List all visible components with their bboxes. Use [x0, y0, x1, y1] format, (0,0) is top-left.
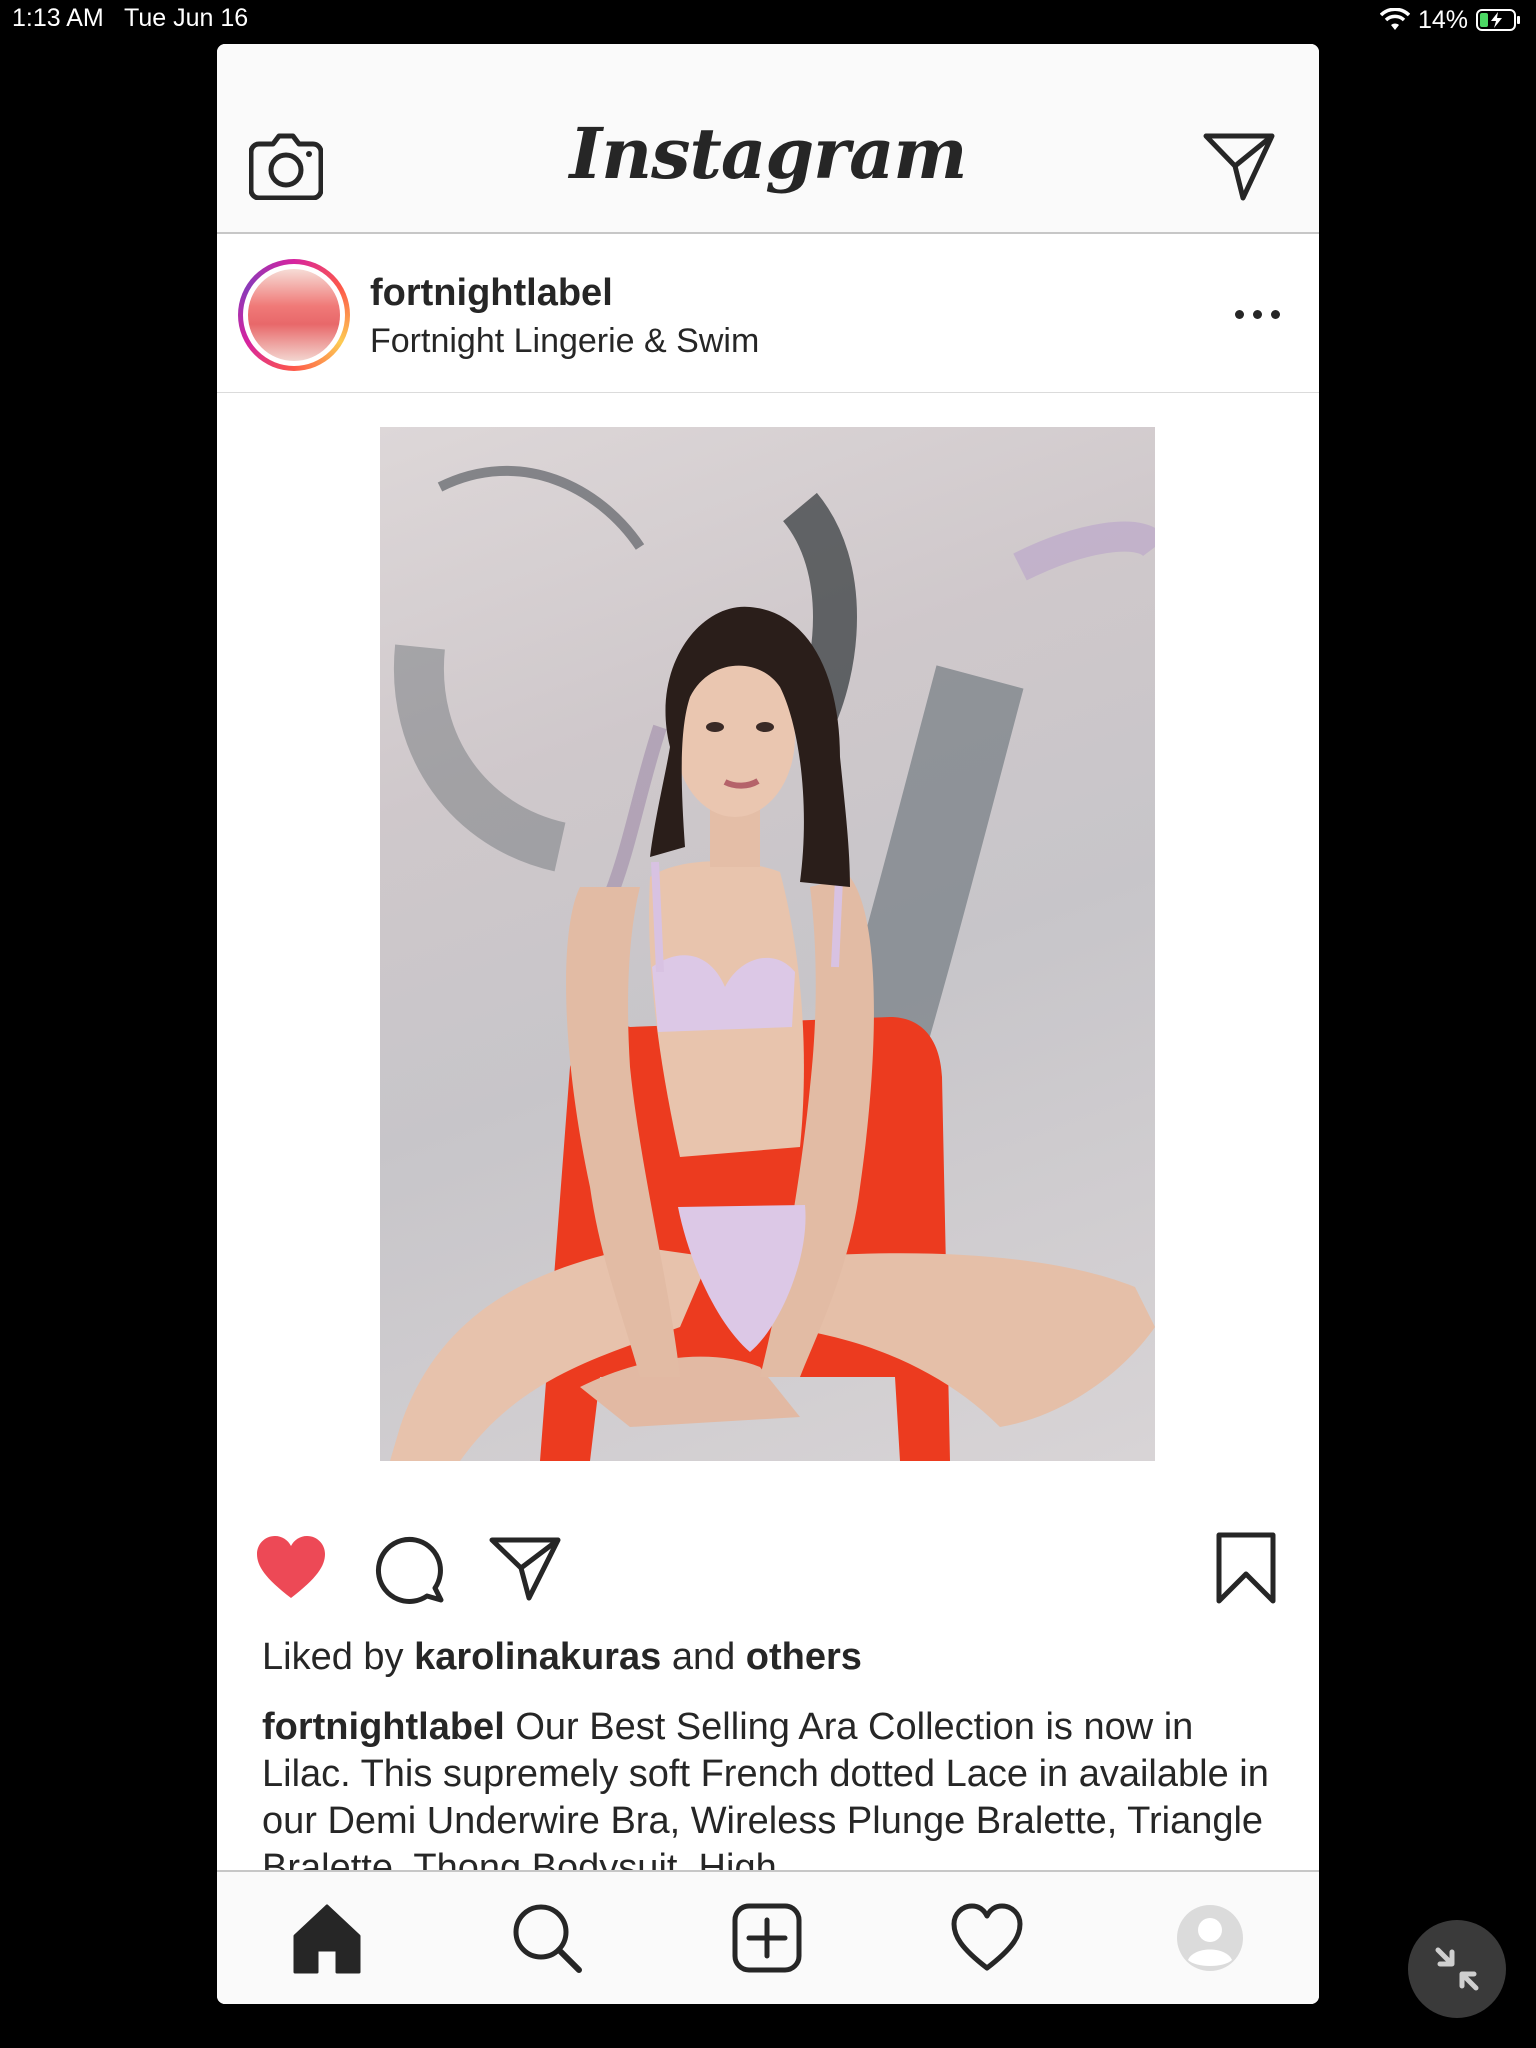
instagram-logo[interactable]: Instagram	[217, 112, 1319, 195]
bottom-nav	[217, 1870, 1319, 2004]
battery-percent: 14%	[1417, 5, 1468, 34]
heart-filled-icon[interactable]	[255, 1534, 327, 1600]
post-header: fortnightlabel Fortnight Lingerie & Swim	[217, 234, 1319, 393]
status-bar: 1:13 AM Tue Jun 16 14%	[0, 0, 1536, 40]
liked-and-label: and	[671, 1636, 736, 1678]
heart-outline-icon[interactable]	[951, 1902, 1023, 1974]
comment-icon[interactable]	[375, 1534, 445, 1604]
liked-by-user[interactable]: karolinakuras	[414, 1636, 661, 1678]
liked-by-others[interactable]: others	[746, 1636, 862, 1678]
avatar[interactable]	[238, 259, 350, 371]
search-icon[interactable]	[511, 1902, 583, 1974]
ellipsis-icon[interactable]	[1235, 304, 1281, 324]
collapse-arrows-icon[interactable]	[1408, 1920, 1506, 2018]
status-right: 14%	[1379, 4, 1522, 36]
share-icon[interactable]	[489, 1536, 561, 1602]
add-post-icon[interactable]	[731, 1902, 803, 1974]
wifi-icon	[1379, 8, 1410, 32]
likes-line: Liked by karolinakuras and others	[262, 1636, 862, 1679]
post-fullname: Fortnight Lingerie & Swim	[370, 322, 760, 360]
post-actions	[217, 1524, 1319, 1614]
top-bar: Instagram	[217, 44, 1319, 234]
battery-charging-icon	[1476, 8, 1522, 32]
post-image[interactable]	[380, 427, 1155, 1461]
liked-by-label: Liked by	[262, 1636, 404, 1678]
avatar-image	[248, 269, 340, 361]
status-date: Tue Jun 16	[124, 4, 249, 32]
bookmark-icon[interactable]	[1215, 1532, 1277, 1604]
paper-plane-icon[interactable]	[1203, 132, 1275, 202]
home-icon[interactable]	[291, 1902, 363, 1974]
profile-icon[interactable]	[1174, 1902, 1246, 1974]
status-time: 1:13 AM	[12, 4, 104, 32]
instagram-app-window: Instagram fortnightlabel Fortnight Linge…	[217, 44, 1319, 2004]
post-username[interactable]: fortnightlabel	[370, 272, 613, 315]
caption-username[interactable]: fortnightlabel	[262, 1706, 505, 1748]
